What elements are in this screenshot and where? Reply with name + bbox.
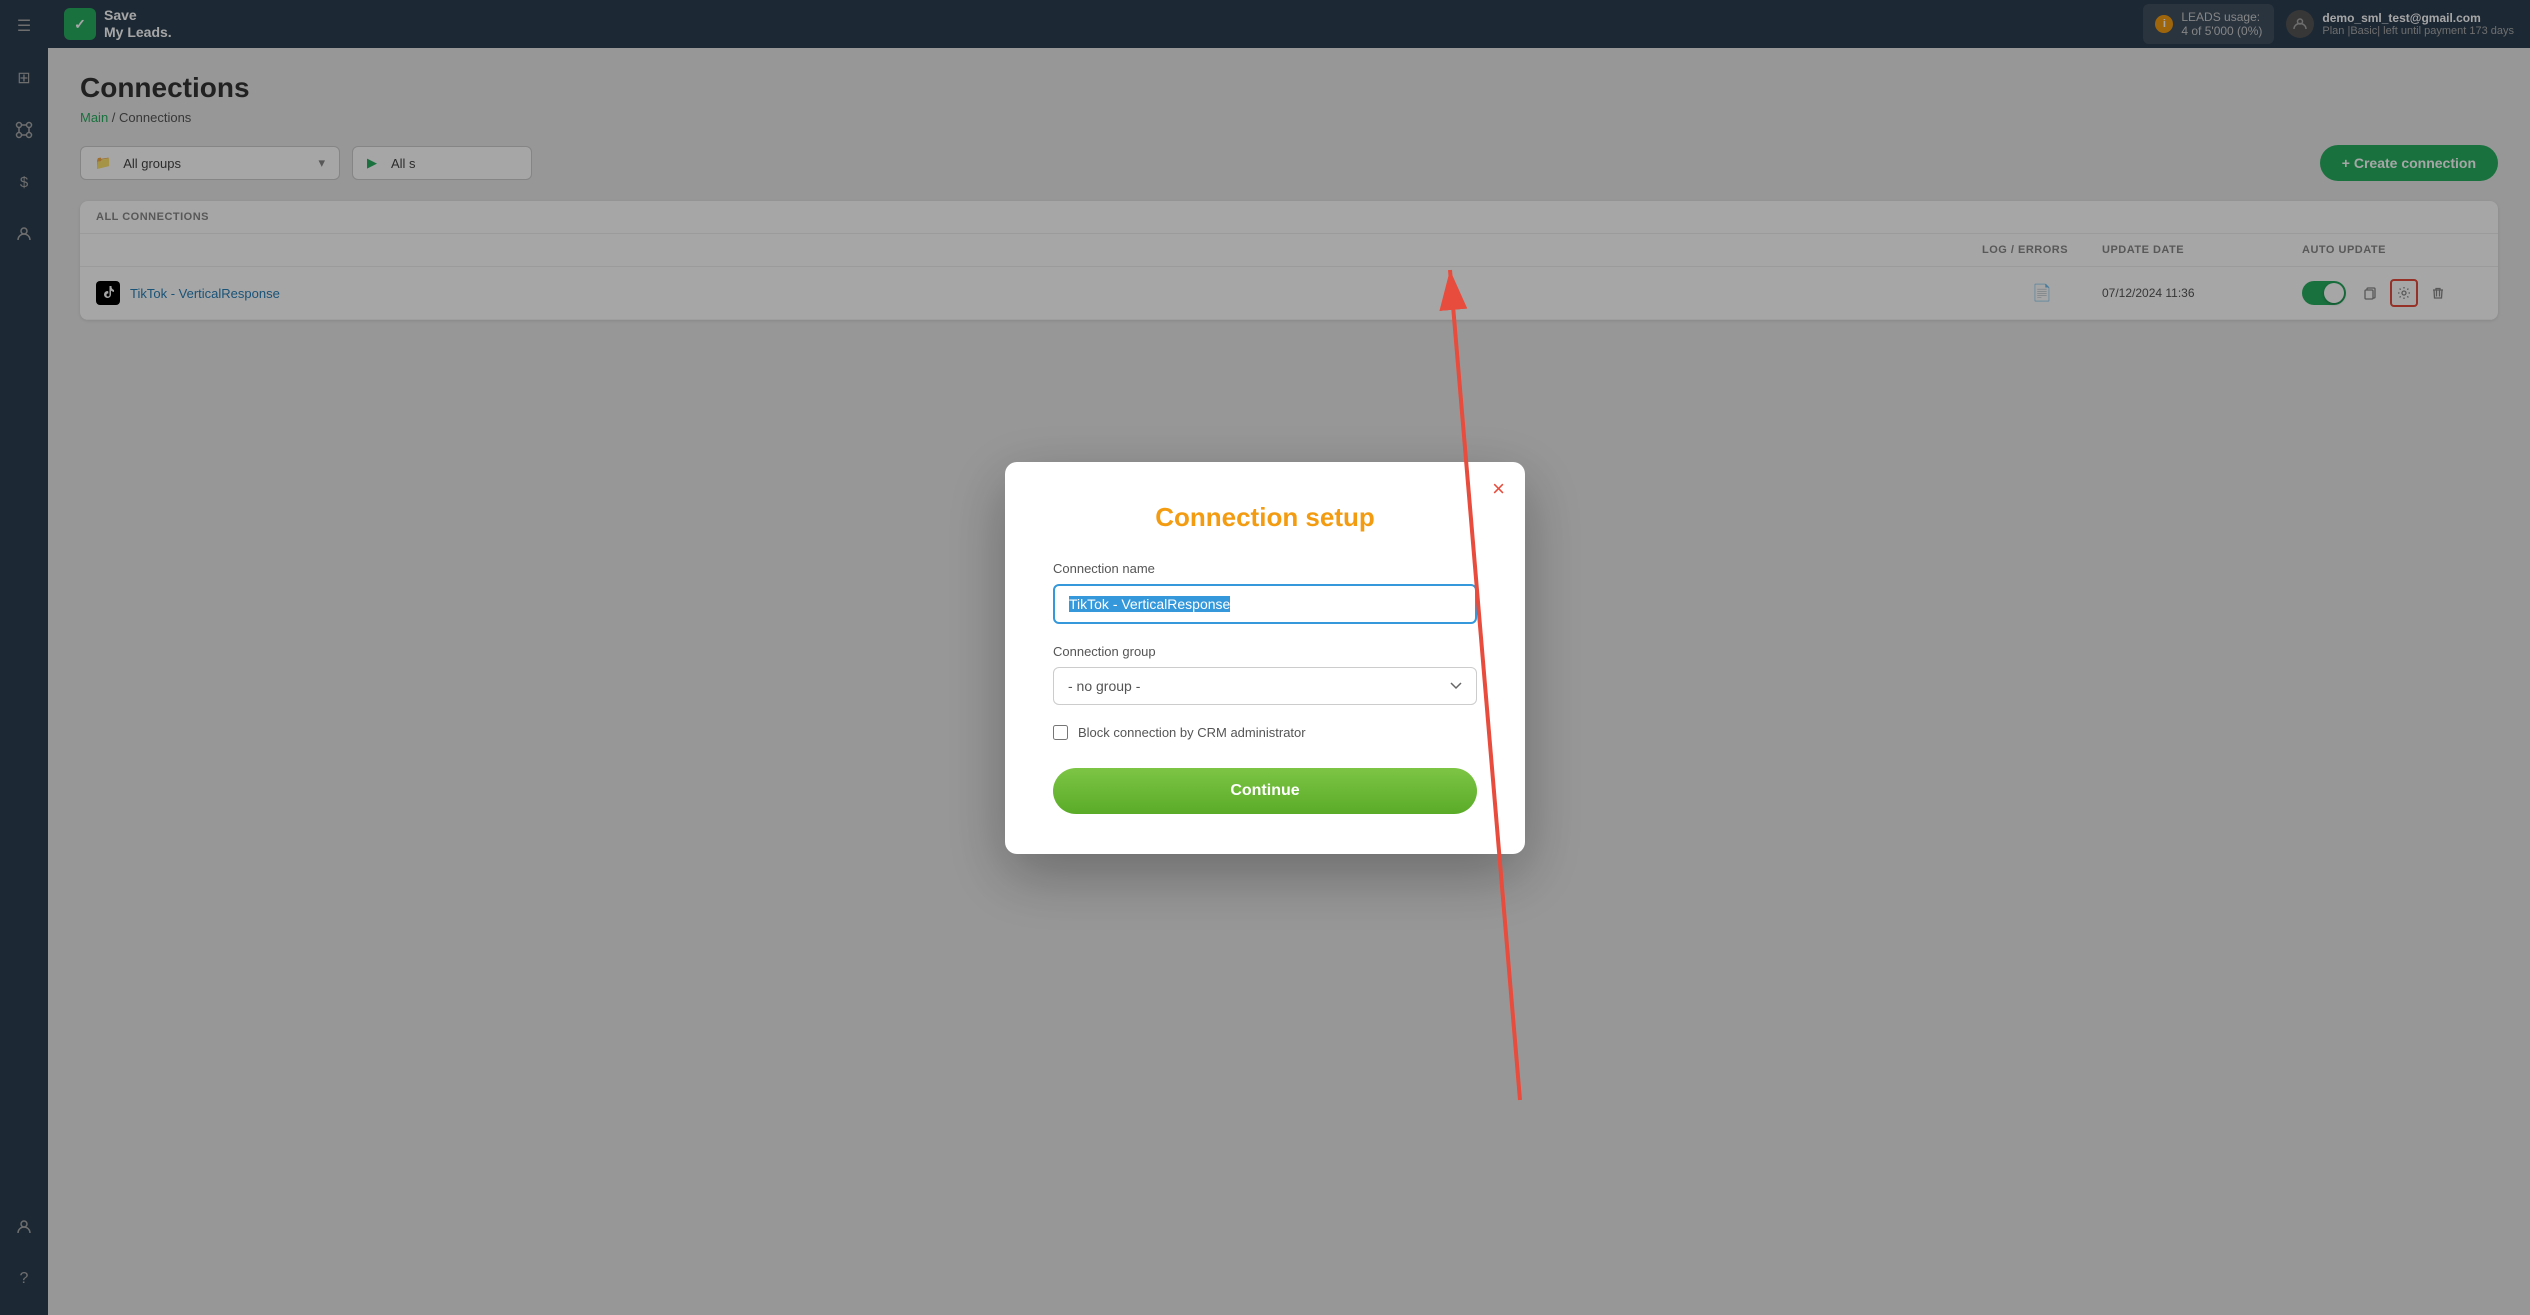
connection-name-label: Connection name [1053, 561, 1477, 576]
block-connection-label: Block connection by CRM administrator [1078, 725, 1306, 740]
connection-group-select[interactable]: - no group - [1053, 667, 1477, 705]
block-connection-checkbox[interactable] [1053, 725, 1068, 740]
continue-button[interactable]: Continue [1053, 768, 1477, 814]
modal-overlay[interactable]: × Connection setup Connection name Conne… [0, 0, 2530, 1315]
modal-title: Connection setup [1053, 502, 1477, 533]
connection-name-group: Connection name [1053, 561, 1477, 624]
connection-group-label: Connection group [1053, 644, 1477, 659]
connection-name-input[interactable] [1053, 584, 1477, 624]
block-connection-row: Block connection by CRM administrator [1053, 725, 1477, 740]
connection-group-group: Connection group - no group - [1053, 644, 1477, 705]
modal-close-button[interactable]: × [1492, 478, 1505, 500]
modal: × Connection setup Connection name Conne… [1005, 462, 1525, 854]
